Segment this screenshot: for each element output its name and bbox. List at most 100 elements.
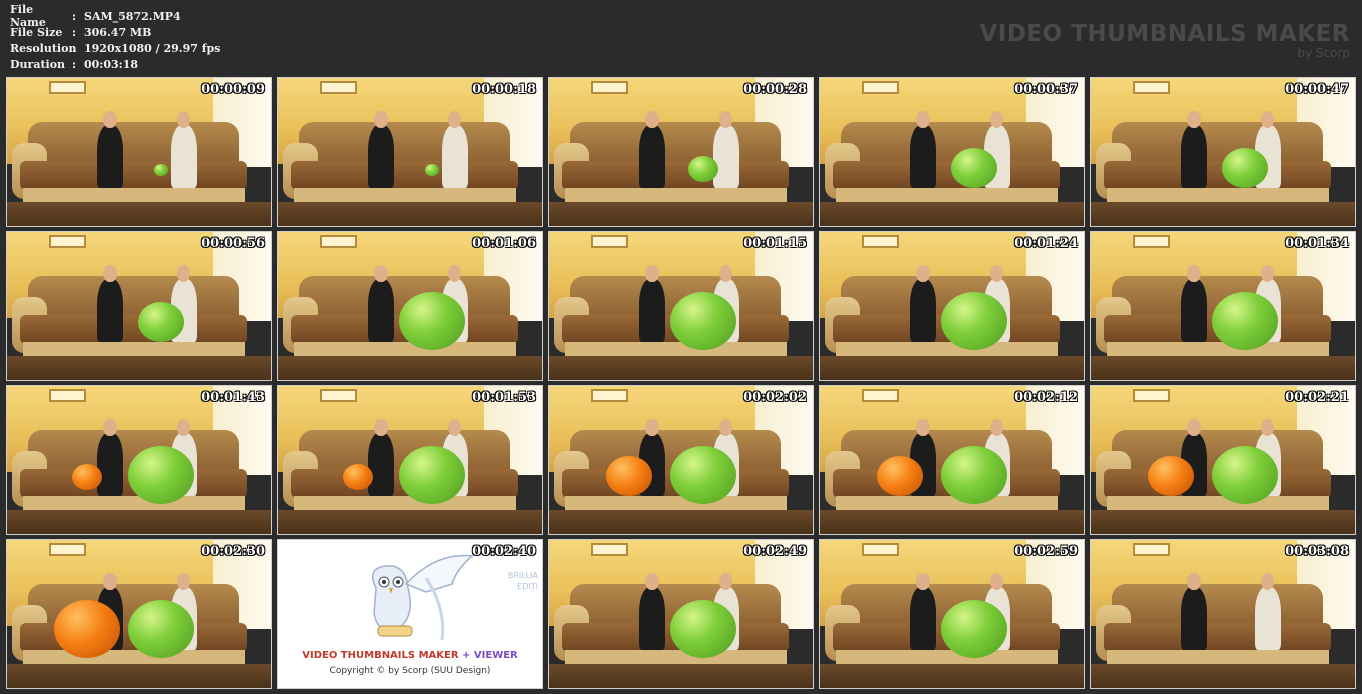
thumbnail-timestamp: 00:01:34 bbox=[1285, 236, 1349, 251]
video-frame bbox=[1091, 232, 1355, 380]
thumbnail-timestamp: 00:01:06 bbox=[472, 236, 536, 251]
floor bbox=[1091, 356, 1355, 380]
thumbnail-timestamp: 00:00:28 bbox=[743, 82, 807, 97]
video-thumbnail[interactable]: 00:03:08 bbox=[1090, 539, 1356, 689]
floor bbox=[1091, 664, 1355, 688]
person bbox=[1180, 279, 1208, 342]
video-thumbnail[interactable]: 00:00:56 bbox=[6, 231, 272, 381]
person-head bbox=[1187, 418, 1201, 437]
video-frame bbox=[820, 386, 1084, 534]
wall-picture bbox=[862, 542, 900, 557]
person-head bbox=[103, 418, 117, 437]
person bbox=[367, 125, 395, 188]
person-head bbox=[374, 264, 388, 283]
file-info-separator: : bbox=[72, 41, 77, 55]
file-size-value: 306.47 MB bbox=[84, 25, 152, 39]
floor bbox=[1091, 510, 1355, 534]
video-thumbnail[interactable]: 00:01:34 bbox=[1090, 231, 1356, 381]
person bbox=[909, 125, 937, 188]
video-thumbnail[interactable]: 00:01:53 bbox=[277, 385, 543, 535]
video-thumbnail[interactable]: 00:00:28 bbox=[548, 77, 814, 227]
video-frame bbox=[549, 78, 813, 226]
brand-subtitle: by Scorp bbox=[1297, 46, 1350, 60]
person bbox=[170, 125, 198, 188]
wall-picture bbox=[862, 234, 900, 249]
sofa-seat bbox=[1104, 160, 1332, 191]
video-frame bbox=[549, 386, 813, 534]
video-thumbnail[interactable]: 00:01:15 bbox=[548, 231, 814, 381]
person-head bbox=[374, 418, 388, 437]
file-info-separator: : bbox=[72, 57, 77, 71]
video-frame bbox=[820, 232, 1084, 380]
video-frame bbox=[820, 78, 1084, 226]
video-frame bbox=[278, 78, 542, 226]
video-thumbnail[interactable]: 00:00:47 bbox=[1090, 77, 1356, 227]
thumbnail-timestamp: 00:03:08 bbox=[1285, 544, 1349, 559]
video-thumbnail[interactable]: 00:02:21 bbox=[1090, 385, 1356, 535]
wall-picture bbox=[591, 542, 629, 557]
floor bbox=[278, 510, 542, 534]
floor bbox=[549, 356, 813, 380]
video-thumbnail[interactable]: 00:02:49 bbox=[548, 539, 814, 689]
sofa-seat bbox=[1104, 622, 1332, 653]
video-thumbnail[interactable]: 00:01:06 bbox=[277, 231, 543, 381]
video-thumbnail[interactable]: 00:02:12 bbox=[819, 385, 1085, 535]
video-frame bbox=[1091, 78, 1355, 226]
wall-picture bbox=[591, 388, 629, 403]
video-thumbnail[interactable]: 00:02:02 bbox=[548, 385, 814, 535]
resolution-value: 1920x1080 / 29.97 fps bbox=[84, 41, 221, 55]
sofa-seat bbox=[20, 314, 248, 345]
person-head bbox=[103, 572, 117, 591]
video-frame bbox=[1091, 540, 1355, 688]
video-thumbnail[interactable]: 00:02:30 bbox=[6, 539, 272, 689]
orange-balloon bbox=[72, 464, 102, 490]
wall-picture bbox=[1133, 388, 1171, 403]
thumbnail-grid: 00:00:09 00:00:18 00:00:28 00:00:37 00:00:47… bbox=[6, 77, 1356, 689]
video-thumbnail[interactable]: VIDEO THUMBNAILS MAKER + VIEWER Copyright… bbox=[277, 539, 543, 689]
green-balloon bbox=[941, 446, 1007, 504]
floor bbox=[549, 202, 813, 226]
video-thumbnail[interactable]: 00:00:09 bbox=[6, 77, 272, 227]
duration-value: 00:03:18 bbox=[84, 57, 139, 71]
thumbnail-timestamp: 00:02:02 bbox=[743, 390, 807, 405]
video-frame bbox=[820, 540, 1084, 688]
green-balloon bbox=[951, 148, 997, 188]
wall-picture bbox=[862, 388, 900, 403]
green-balloon bbox=[425, 164, 439, 176]
person bbox=[638, 279, 666, 342]
person-head bbox=[645, 572, 659, 591]
video-frame bbox=[7, 232, 271, 380]
floor bbox=[820, 664, 1084, 688]
wall-picture bbox=[862, 80, 900, 95]
person-head bbox=[916, 264, 930, 283]
orange-balloon bbox=[54, 600, 120, 658]
floor bbox=[278, 356, 542, 380]
person-head bbox=[103, 264, 117, 283]
file-info-row: File Name : SAM_5872.MP4 bbox=[10, 3, 220, 29]
promo-title-main: VIDEO THUMBNAILS MAKER bbox=[302, 650, 459, 661]
video-thumbnail[interactable]: 00:00:37 bbox=[819, 77, 1085, 227]
video-thumbnail[interactable]: 00:02:59 bbox=[819, 539, 1085, 689]
owl-logo-icon bbox=[371, 554, 474, 641]
thumbnail-timestamp: 00:02:40 bbox=[472, 544, 536, 559]
green-balloon bbox=[1212, 446, 1278, 504]
sofa-seat bbox=[833, 160, 1061, 191]
file-info-separator: : bbox=[72, 25, 77, 39]
green-balloon bbox=[1222, 148, 1268, 188]
thumbnail-timestamp: 00:01:15 bbox=[743, 236, 807, 251]
green-balloon bbox=[138, 302, 184, 342]
person-head bbox=[374, 110, 388, 129]
promo-side-text: BRILLIA EDITI bbox=[508, 570, 538, 592]
person bbox=[909, 279, 937, 342]
person bbox=[638, 587, 666, 650]
file-info-key: Resolution bbox=[10, 41, 77, 55]
video-thumbnail[interactable]: 00:01:24 bbox=[819, 231, 1085, 381]
video-thumbnail[interactable]: 00:00:18 bbox=[277, 77, 543, 227]
video-thumbnail[interactable]: 00:01:43 bbox=[6, 385, 272, 535]
green-balloon bbox=[128, 446, 194, 504]
file-info-row: File Size : 306.47 MB bbox=[10, 24, 220, 40]
file-info-separator: : bbox=[72, 9, 77, 23]
green-balloon bbox=[670, 600, 736, 658]
orange-balloon bbox=[1148, 456, 1194, 496]
person bbox=[96, 433, 124, 496]
